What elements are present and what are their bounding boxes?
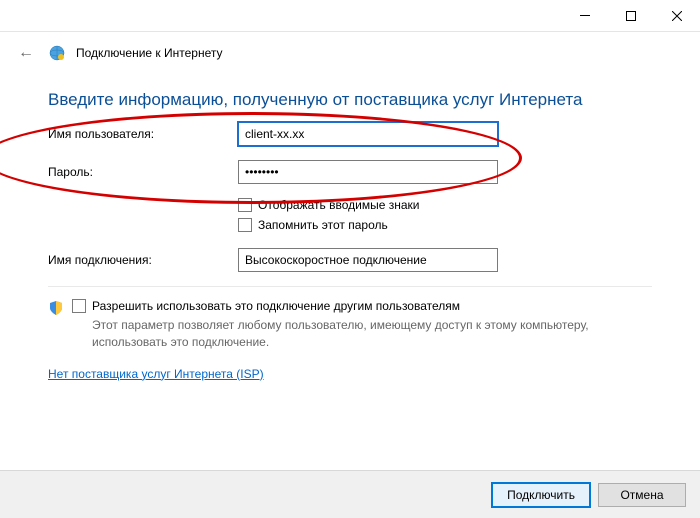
close-button[interactable] (654, 0, 700, 32)
header-row: ← Подключение к Интернету (0, 32, 700, 72)
password-label: Пароль: (48, 165, 238, 179)
show-chars-label: Отображать вводимые знаки (258, 198, 419, 212)
globe-icon (48, 44, 66, 62)
connection-name-input[interactable] (238, 248, 498, 272)
remember-checkbox[interactable] (238, 218, 252, 232)
show-chars-checkbox[interactable] (238, 198, 252, 212)
window-title: Подключение к Интернету (76, 46, 223, 60)
maximize-button[interactable] (608, 0, 654, 32)
username-input[interactable] (238, 122, 498, 146)
titlebar (0, 0, 700, 32)
share-label: Разрешить использовать это подключение д… (92, 299, 460, 313)
share-checkbox[interactable] (72, 299, 86, 313)
connection-name-label: Имя подключения: (48, 253, 238, 267)
divider (48, 286, 652, 287)
page-heading: Введите информацию, полученную от постав… (0, 72, 700, 122)
footer: Подключить Отмена (0, 470, 700, 518)
remember-label: Запомнить этот пароль (258, 218, 388, 232)
share-description: Этот параметр позволяет любому пользоват… (92, 317, 652, 351)
password-input[interactable] (238, 160, 498, 184)
minimize-button[interactable] (562, 0, 608, 32)
isp-link[interactable]: Нет поставщика услуг Интернета (ISP) (48, 367, 264, 381)
cancel-button[interactable]: Отмена (598, 483, 686, 507)
username-label: Имя пользователя: (48, 127, 238, 141)
back-arrow-icon[interactable]: ← (14, 42, 38, 64)
shield-icon (48, 300, 64, 316)
connect-button[interactable]: Подключить (492, 483, 590, 507)
